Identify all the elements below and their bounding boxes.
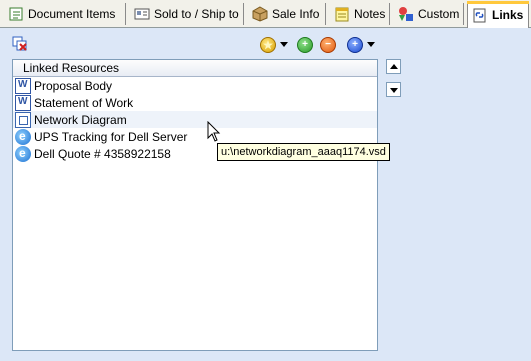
links-toolbar: + − + <box>0 28 531 58</box>
tab-links[interactable]: Links <box>467 1 529 28</box>
file-path-tooltip: u:\networkdiagram_aaaq1174.vsd <box>217 143 390 161</box>
list-item[interactable]: Proposal Body <box>13 77 377 94</box>
arrow-down-icon <box>390 88 398 93</box>
linked-resources-list[interactable]: Linked Resources Proposal Body Statement… <box>12 59 378 351</box>
list-column-header[interactable]: Linked Resources <box>13 60 377 77</box>
word-document-icon <box>15 77 31 94</box>
move-up-button[interactable] <box>386 59 401 74</box>
tab-label: Document Items <box>28 7 116 21</box>
links-icon <box>472 7 488 23</box>
tab-document-items[interactable]: Document Items <box>4 3 126 25</box>
list-item-label: UPS Tracking for Dell Server <box>34 129 188 144</box>
add-icon[interactable]: + <box>297 37 313 53</box>
list-item-label: Statement of Work <box>34 95 134 110</box>
remove-icon[interactable]: − <box>320 37 336 53</box>
document-items-icon <box>8 6 24 22</box>
list-item-label: Network Diagram <box>34 112 127 127</box>
new-icon[interactable]: + <box>347 37 363 53</box>
arrow-up-icon <box>390 64 398 69</box>
tab-strip: Document Items Sold to / Ship to Sale In… <box>0 0 531 28</box>
tab-label: Custom <box>418 7 460 21</box>
tab-notes[interactable]: Notes <box>330 3 390 25</box>
visio-document-icon <box>15 111 31 128</box>
list-item[interactable]: Statement of Work <box>13 94 377 111</box>
word-document-icon <box>15 94 31 111</box>
mouse-pointer-icon <box>207 121 221 142</box>
tab-sold-to-ship-to[interactable]: Sold to / Ship to <box>130 3 244 25</box>
package-icon <box>252 6 268 22</box>
tab-custom[interactable]: Custom <box>394 3 464 25</box>
web-link-icon <box>15 145 31 162</box>
shapes-icon <box>398 6 414 22</box>
tab-label: Sold to / Ship to <box>154 7 239 21</box>
star-dropdown-arrow[interactable] <box>280 42 288 47</box>
remove-link-icon[interactable] <box>12 36 28 52</box>
move-down-button[interactable] <box>386 82 401 97</box>
tab-label: Sale Info <box>272 7 320 21</box>
new-dropdown-arrow[interactable] <box>367 42 375 47</box>
list-item[interactable]: Network Diagram <box>13 111 377 128</box>
star-icon[interactable] <box>260 37 276 53</box>
list-item-label: Proposal Body <box>34 78 113 93</box>
notepad-icon <box>334 6 350 22</box>
tab-label: Notes <box>354 7 386 21</box>
list-item-label: Dell Quote # 4358922158 <box>34 146 171 161</box>
address-card-icon <box>134 6 150 22</box>
web-link-icon <box>15 128 31 145</box>
tab-sale-info[interactable]: Sale Info <box>248 3 326 25</box>
tab-label: Links <box>492 8 524 22</box>
